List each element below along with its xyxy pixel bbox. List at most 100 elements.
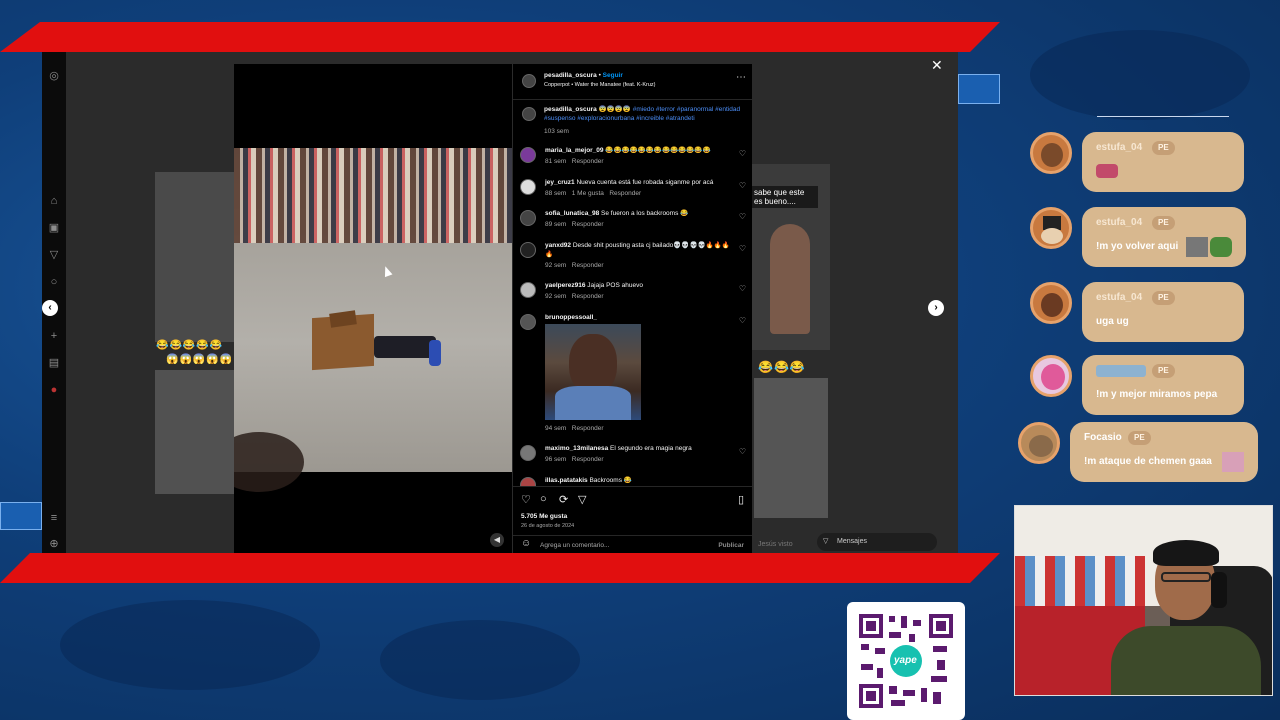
previous-post-arrow-icon[interactable]: ‹ xyxy=(42,300,58,316)
chat-username[interactable] xyxy=(1096,365,1146,377)
comment-avatar[interactable] xyxy=(520,210,536,226)
webcam-headset xyxy=(1211,572,1227,608)
mute-icon[interactable]: ◀ xyxy=(490,533,504,547)
like-comment-icon[interactable]: ♡ xyxy=(739,284,746,293)
meme-shirt xyxy=(555,386,631,420)
comment-text: Backrooms 😂 xyxy=(589,477,632,484)
author-avatar[interactable] xyxy=(522,74,536,88)
like-comment-icon[interactable]: ♡ xyxy=(739,149,746,158)
caption-time: 103 sem xyxy=(544,128,569,135)
reels-icon[interactable]: ▣ xyxy=(48,222,60,234)
comment-avatar[interactable] xyxy=(520,147,536,163)
chat-bubble: PE !m y mejor miramos pepa xyxy=(1082,355,1244,415)
comment-avatar[interactable] xyxy=(520,314,536,330)
like-comment-icon[interactable]: ♡ xyxy=(739,244,746,253)
chat-username[interactable]: Focasio xyxy=(1084,432,1122,443)
like-comment-icon[interactable]: ♡ xyxy=(739,212,746,221)
comment-time: 92 sem xyxy=(545,262,567,269)
comment-icon[interactable]: ○ xyxy=(540,493,547,505)
comment-user[interactable]: illas.patatakis xyxy=(545,477,588,484)
comment-user[interactable]: maximo_13milanesa xyxy=(545,445,608,452)
comment-text: Desde shit pousting asta cj bailado💀💀💀💀🔥… xyxy=(545,242,730,258)
comment-input[interactable]: Agrega un comentario... xyxy=(540,541,609,550)
chat-badge: PE xyxy=(1152,291,1175,305)
qr-code: yape xyxy=(847,602,965,720)
comment-avatar[interactable] xyxy=(520,179,536,195)
reply-button[interactable]: Responder xyxy=(572,262,604,269)
comment-user[interactable]: jey_cruz1 xyxy=(545,179,575,186)
like-comment-icon[interactable]: ♡ xyxy=(739,447,746,456)
comment-user[interactable]: brunoppessoall_ xyxy=(545,314,597,321)
avatar-figure xyxy=(1041,364,1065,390)
caption-emojis: 😨😨😨😨 xyxy=(598,106,631,113)
next-post-arrow-icon[interactable]: › xyxy=(928,300,944,316)
audio-track[interactable]: Copperpot • Water the Manatee (feat. K-K… xyxy=(544,81,655,90)
like-comment-icon[interactable]: ♡ xyxy=(739,316,746,325)
comment-user[interactable]: yaelperez916 xyxy=(545,282,585,289)
save-icon[interactable]: ▯ xyxy=(738,493,744,506)
instagram-logo-icon[interactable]: ◎ xyxy=(48,70,60,82)
background-post-caption: sabe que este es bueno.... xyxy=(752,186,818,208)
comment-avatar[interactable] xyxy=(520,282,536,298)
reply-button[interactable]: Responder xyxy=(572,425,604,432)
comment-meme-image[interactable] xyxy=(545,324,641,420)
close-icon[interactable]: ✕ xyxy=(931,57,943,74)
share-icon[interactable]: ▽ xyxy=(578,493,586,506)
likes-count[interactable]: 5.705 Me gusta xyxy=(521,512,567,521)
comment-user[interactable]: maria_la_mejor_09 xyxy=(545,147,604,154)
chat-username[interactable]: estufa_04 xyxy=(1096,217,1142,228)
send-icon[interactable]: ▽ xyxy=(48,249,60,261)
chat-bubble: Focasio PE !m ataque de chemen gaaa xyxy=(1070,422,1258,482)
search-icon[interactable]: ○ xyxy=(48,276,60,288)
background-footer-text: Jesús visto xyxy=(758,541,793,548)
yape-logo: yape xyxy=(894,655,917,666)
menu-icon[interactable]: ≡ xyxy=(48,512,60,524)
emoji-icon[interactable]: ☺ xyxy=(521,538,531,549)
author-avatar[interactable] xyxy=(522,107,536,121)
post-date: 26 de agosto de 2024 xyxy=(521,523,575,529)
reply-button[interactable]: Responder xyxy=(609,190,641,197)
post-video[interactable]: ◀ xyxy=(234,64,512,553)
chat-username[interactable]: estufa_04 xyxy=(1096,142,1142,153)
messages-button[interactable]: ▽ Mensajes xyxy=(817,533,937,551)
comment-avatar[interactable] xyxy=(520,445,536,461)
reply-button[interactable]: Responder xyxy=(572,293,604,300)
chat-badge: PE xyxy=(1152,141,1175,155)
chat-username[interactable]: estufa_04 xyxy=(1096,292,1142,303)
frame-side-tab xyxy=(958,74,1000,104)
comment-user[interactable]: sofia_lunatica_98 xyxy=(545,210,599,217)
follow-button[interactable]: Seguir xyxy=(603,72,623,79)
like-comment-icon[interactable]: ♡ xyxy=(739,181,746,190)
repost-icon[interactable]: ⟳ xyxy=(559,493,568,506)
map-decoration xyxy=(1030,30,1250,120)
reply-button[interactable]: Responder xyxy=(572,158,604,165)
reply-button[interactable]: Responder xyxy=(572,221,604,228)
comment-avatar[interactable] xyxy=(520,477,536,486)
chat-text: !m yo volver aqui xyxy=(1096,241,1179,252)
caption-user[interactable]: pesadilla_oscura xyxy=(544,106,597,113)
background-emoji-row: 😂😂😂 xyxy=(758,360,806,374)
video-frame xyxy=(234,148,512,492)
background-emoji-row: 😱😱😱😱😱 xyxy=(166,354,234,365)
home-icon[interactable]: ⌂ xyxy=(48,195,60,207)
like-heart-icon[interactable]: ♡ xyxy=(521,493,531,506)
author-name[interactable]: pesadilla_oscura xyxy=(544,72,597,79)
publish-button[interactable]: Publicar xyxy=(718,541,744,550)
threads-icon[interactable]: ⊕ xyxy=(48,538,60,550)
comment-likes[interactable]: 1 Me gusta xyxy=(572,190,604,197)
reply-button[interactable]: Responder xyxy=(572,456,604,463)
avatar-figure xyxy=(1041,143,1063,167)
profile-icon[interactable]: ● xyxy=(48,384,60,396)
notifications-icon[interactable]: ▤ xyxy=(48,357,60,369)
webcam-glasses xyxy=(1161,572,1211,582)
create-icon[interactable]: + xyxy=(48,330,60,342)
video-person xyxy=(374,336,436,358)
comment-avatar[interactable] xyxy=(520,242,536,258)
chat-bubble: estufa_04 PE xyxy=(1082,132,1244,192)
more-options-icon[interactable]: ⋯ xyxy=(736,72,746,83)
chat-bubble: estufa_04 PE !m yo volver aqui xyxy=(1082,207,1246,267)
post-header: pesadilla_oscura • Seguir Copperpot • Wa… xyxy=(513,64,752,100)
video-shoe xyxy=(429,340,441,366)
background-post-left-bottom xyxy=(155,370,235,494)
comment-user[interactable]: yanxd92 xyxy=(545,242,571,249)
